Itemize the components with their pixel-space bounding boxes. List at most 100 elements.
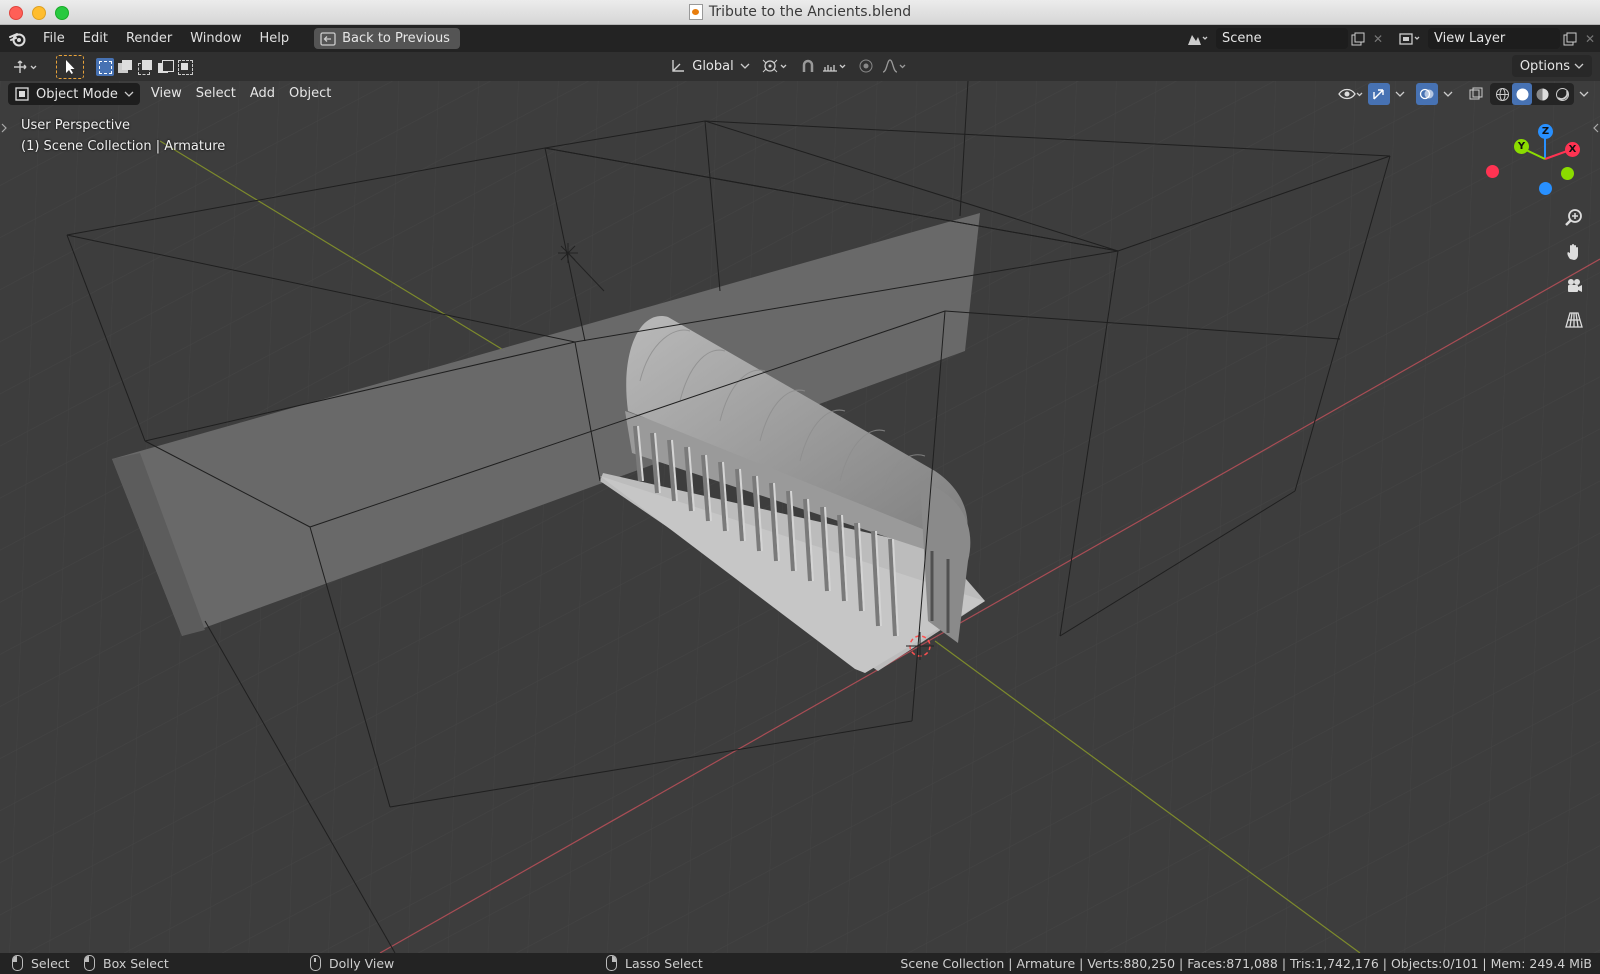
hint-lasso-select-label: Lasso Select — [625, 955, 703, 971]
gizmo-toggle-icon[interactable] — [1368, 83, 1390, 105]
snap-toggle-icon[interactable] — [797, 55, 819, 77]
view-layer-name-field[interactable]: View Layer — [1428, 28, 1560, 49]
zoom-window-button[interactable] — [55, 6, 69, 20]
back-to-previous-label: Back to Previous — [342, 31, 450, 46]
toolbar-expand-icon[interactable] — [0, 121, 8, 135]
hint-dolly-view-label: Dolly View — [329, 955, 395, 971]
pivot-point-dropdown[interactable] — [760, 55, 790, 77]
scene-statistics: Scene Collection | Armature | Verts:880,… — [900, 956, 1592, 971]
traffic-lights — [9, 6, 69, 20]
orientation-axes-icon — [672, 60, 685, 72]
menu-window[interactable]: Window — [181, 25, 250, 52]
viewport-menu-add[interactable]: Add — [243, 83, 282, 105]
material-preview-shading-icon[interactable] — [1532, 83, 1552, 105]
gizmo-neg-z-axis[interactable] — [1539, 182, 1552, 195]
gizmo-z-axis[interactable]: Z — [1538, 124, 1553, 139]
object-mode-dropdown[interactable]: Object Mode — [8, 83, 140, 105]
viewport-menu-select[interactable]: Select — [189, 83, 243, 105]
hint-box-select: Box Select — [84, 955, 169, 971]
object-visibility-dropdown[interactable] — [1336, 83, 1366, 105]
object-mode-label: Object Mode — [36, 86, 118, 102]
shading-mode-group — [1490, 83, 1574, 105]
menu-help[interactable]: Help — [251, 25, 299, 52]
delete-view-layer-icon[interactable]: ✕ — [1580, 29, 1600, 49]
viewport-info-overlay: User Perspective (1) Scene Collection | … — [21, 115, 225, 157]
wireframe-shading-icon[interactable] — [1492, 83, 1512, 105]
options-dropdown[interactable]: Options — [1511, 55, 1592, 77]
overlays-toggle-icon[interactable] — [1416, 83, 1438, 105]
options-label: Options — [1519, 58, 1570, 74]
hint-select-label: Select — [31, 955, 70, 971]
new-view-layer-icon[interactable] — [1560, 29, 1580, 49]
select-intersect-icon[interactable] — [176, 58, 194, 76]
sidebar-expand-icon[interactable] — [1592, 121, 1600, 135]
proportional-falloff-dropdown[interactable] — [880, 55, 910, 77]
viewport-menu-object[interactable]: Object — [282, 83, 338, 105]
camera-view-icon[interactable] — [1560, 272, 1588, 300]
delete-scene-icon[interactable]: ✕ — [1368, 29, 1388, 49]
select-new-icon[interactable] — [96, 57, 114, 76]
gizmo-x-axis[interactable]: X — [1565, 142, 1580, 157]
view-layer-name: View Layer — [1434, 31, 1506, 46]
back-to-previous-button[interactable]: Back to Previous — [314, 28, 460, 49]
orientation-label: Global — [692, 58, 734, 74]
select-tool-icon[interactable] — [56, 54, 84, 79]
viewport-menu-view[interactable]: View — [144, 83, 189, 105]
select-subtract-icon[interactable] — [136, 58, 154, 76]
scene-selector-group: Scene ✕ View Layer ✕ — [1182, 25, 1600, 52]
scene-browse-icon[interactable] — [1182, 29, 1212, 49]
chevron-down-icon — [1574, 63, 1584, 69]
pan-view-hand-icon[interactable] — [1560, 238, 1588, 266]
chevron-down-icon — [740, 63, 750, 69]
mouse-left-icon — [12, 955, 23, 971]
gizmo-neg-x-axis[interactable] — [1486, 165, 1499, 178]
snap-target-dropdown[interactable] — [820, 55, 850, 77]
proportional-editing-icon[interactable] — [856, 55, 876, 77]
close-window-button[interactable] — [9, 6, 23, 20]
pivot-point-icon — [762, 59, 787, 73]
shading-dropdown[interactable] — [1576, 83, 1592, 105]
mouse-drag-icon — [84, 955, 95, 971]
transform-orientation-dropdown[interactable]: Global — [668, 55, 752, 77]
zoom-view-icon[interactable] — [1560, 204, 1588, 232]
toggle-perspective-grid-icon[interactable] — [1560, 306, 1588, 334]
blend-file-icon — [688, 4, 703, 20]
mouse-right-icon — [606, 955, 617, 971]
top-bar: File Edit Render Window Help Back to Pre… — [0, 25, 1600, 52]
mouse-middle-icon — [310, 955, 321, 971]
select-extend-icon[interactable] — [116, 58, 134, 76]
select-difference-icon[interactable] — [156, 58, 174, 76]
rendered-shading-icon[interactable] — [1552, 83, 1572, 105]
status-bar: Select Box Select Dolly View Lasso Selec… — [0, 953, 1600, 974]
gizmo-y-axis[interactable]: Y — [1514, 139, 1529, 154]
viewport-header: Object Mode View Select Add Object — [8, 81, 338, 107]
hint-select: Select — [12, 955, 70, 971]
menu-file[interactable]: File — [34, 25, 74, 52]
overlays-dropdown[interactable] — [1440, 83, 1456, 105]
viewport-canvas[interactable] — [0, 81, 1600, 953]
transform-pivot-icon[interactable] — [8, 56, 42, 78]
collection-label: (1) Scene Collection | Armature — [21, 139, 226, 154]
hint-box-select-label: Box Select — [103, 955, 169, 971]
view-layer-browse-icon[interactable] — [1394, 29, 1424, 49]
scene-name-field[interactable]: Scene — [1216, 28, 1348, 49]
window-title-bar: Tribute to the Ancients.blend — [0, 0, 1600, 25]
perspective-label: User Perspective — [21, 118, 131, 133]
menu-render[interactable]: Render — [117, 25, 181, 52]
new-scene-icon[interactable] — [1348, 29, 1368, 49]
tool-header: Global Options — [0, 52, 1600, 81]
blender-logo-icon[interactable] — [8, 29, 28, 49]
window-title: Tribute to the Ancients.blend — [708, 4, 912, 20]
hint-dolly-view: Dolly View — [310, 955, 394, 971]
gizmo-neg-y-axis[interactable] — [1561, 167, 1574, 180]
minimize-window-button[interactable] — [32, 6, 46, 20]
xray-toggle-icon[interactable] — [1464, 83, 1488, 105]
solid-shading-icon[interactable] — [1512, 83, 1532, 105]
gizmo-dropdown[interactable] — [1392, 83, 1408, 105]
navigation-gizmo[interactable]: Z X Y — [1486, 119, 1585, 204]
chevron-down-icon — [124, 91, 134, 97]
selection-mode-group — [96, 56, 194, 78]
3d-viewport[interactable]: Object Mode View Select Add Object User … — [0, 81, 1600, 953]
menu-edit[interactable]: Edit — [74, 25, 117, 52]
object-mode-icon — [15, 87, 29, 101]
